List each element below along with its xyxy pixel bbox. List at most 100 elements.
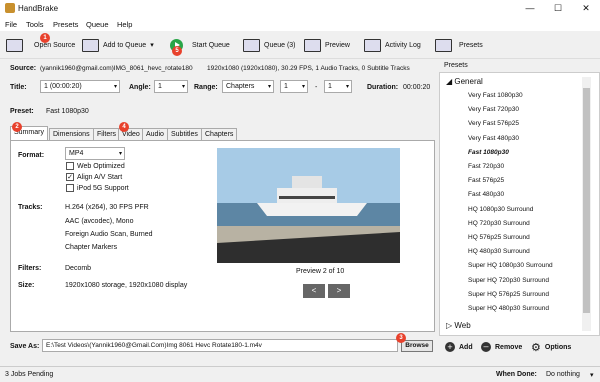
- range-select-value: Chapters: [226, 83, 255, 90]
- chevron-down-icon: ▾: [181, 84, 185, 90]
- range-end-select[interactable]: 1 ▾: [324, 80, 352, 93]
- web-optimized-checkbox[interactable]: Web Optimized: [66, 162, 125, 170]
- preset-item[interactable]: HQ 1080p30 Surround: [468, 206, 533, 213]
- preview-next-button[interactable]: >: [328, 284, 350, 298]
- presets-scrollbar-thumb[interactable]: [583, 88, 590, 313]
- format-label: Format:: [18, 152, 45, 159]
- preset-item[interactable]: Super HQ 576p25 Surround: [468, 291, 549, 298]
- chevron-down-icon: ▾: [301, 84, 305, 90]
- preset-item[interactable]: Fast 480p30: [468, 191, 504, 198]
- preset-item[interactable]: Super HQ 480p30 Surround: [468, 305, 549, 312]
- toolbar: Open Source Add to Queue ▾ Start Queue Q…: [0, 31, 600, 59]
- plus-icon: +: [445, 342, 455, 352]
- angle-select-value: 1: [158, 83, 162, 90]
- preset-item[interactable]: Fast 720p30: [468, 163, 504, 170]
- window-title: HandBrake: [18, 4, 59, 13]
- preset-item[interactable]: Super HQ 1080p30 Surround: [468, 262, 553, 269]
- gear-icon: ⚙: [531, 341, 541, 354]
- preset-item[interactable]: Fast 1080p30: [468, 149, 509, 156]
- track-subtitle: Foreign Audio Scan, Burned: [65, 231, 153, 238]
- preview-button[interactable]: Preview: [304, 37, 350, 53]
- menu-file[interactable]: File: [5, 20, 17, 29]
- menu-help[interactable]: Help: [117, 20, 132, 29]
- size-value: 1920x1080 storage, 1920x1080 display: [65, 282, 188, 289]
- title-select-value: 1 (00:00:20): [44, 83, 82, 90]
- general-label: General: [454, 77, 483, 86]
- presets-footer: + Add – Remove ⚙ Options: [439, 336, 600, 356]
- activity-log-button[interactable]: Activity Log: [364, 37, 421, 53]
- save-as-input[interactable]: E:\Test Videos\(Yannik1960@Gmail.Com)Img…: [42, 339, 398, 352]
- presets-label: Presets: [459, 41, 483, 49]
- step-badge-4: 4: [119, 122, 129, 132]
- preset-item[interactable]: Very Fast 1080p30: [468, 92, 523, 99]
- range-select[interactable]: Chapters ▾: [222, 80, 274, 93]
- presets-group-general[interactable]: ◢ General: [446, 77, 483, 86]
- source-info: 1920x1080 (1920x1080), 30.29 FPS, 1 Audi…: [207, 65, 410, 72]
- remove-preset-button[interactable]: – Remove: [481, 339, 522, 355]
- step-badge-1: 1: [40, 33, 50, 43]
- browse-button[interactable]: Browse: [401, 340, 433, 352]
- menu-tools[interactable]: Tools: [26, 20, 44, 29]
- title-bar: HandBrake — ☐ ✕: [0, 0, 600, 17]
- angle-select[interactable]: 1 ▾: [154, 80, 188, 93]
- when-done-select[interactable]: Do nothing: [546, 371, 580, 378]
- preset-item[interactable]: HQ 480p30 Surround: [468, 248, 530, 255]
- chevron-down-icon: ▾: [118, 151, 122, 157]
- title-select[interactable]: 1 (00:00:20) ▾: [40, 80, 120, 93]
- menu-bar: File Tools Presets Queue Help: [0, 17, 600, 31]
- range-end-value: 1: [328, 83, 332, 90]
- tracks-label: Tracks:: [18, 204, 43, 211]
- size-label: Size:: [18, 282, 35, 289]
- preset-label: Preset:: [10, 108, 34, 115]
- preview-icon: [304, 38, 321, 52]
- preview-prev-button[interactable]: <: [303, 284, 325, 298]
- presets-group-web[interactable]: ▷ Web: [446, 321, 471, 330]
- format-select[interactable]: MP4 ▾: [65, 147, 125, 160]
- presets-button[interactable]: Presets: [435, 37, 483, 53]
- ipod-checkbox[interactable]: iPod 5G Support: [66, 184, 129, 192]
- preview-label: Preview: [325, 41, 350, 49]
- preset-item[interactable]: Fast 576p25: [468, 177, 504, 184]
- chevron-down-icon: ▾: [345, 84, 349, 90]
- preset-item[interactable]: HQ 720p30 Surround: [468, 220, 530, 227]
- preset-item[interactable]: HQ 576p25 Surround: [468, 234, 530, 241]
- menu-presets[interactable]: Presets: [53, 20, 78, 29]
- checkbox-box: [66, 184, 74, 192]
- range-start-value: 1: [284, 83, 288, 90]
- add-preset-button[interactable]: + Add: [445, 339, 473, 355]
- presets-panel-title: Presets: [444, 62, 468, 69]
- activity-log-label: Activity Log: [385, 41, 421, 49]
- chevron-down-icon: ▾: [267, 84, 271, 90]
- add-to-queue-button[interactable]: Add to Queue ▾: [82, 37, 154, 53]
- preset-item[interactable]: Very Fast 720p30: [468, 106, 519, 113]
- preset-item[interactable]: Very Fast 480p30: [468, 135, 519, 142]
- close-button[interactable]: ✕: [572, 0, 600, 17]
- queue-button[interactable]: Queue (3): [243, 37, 296, 53]
- preset-item[interactable]: Very Fast 576p25: [468, 120, 519, 127]
- start-queue-label: Start Queue: [192, 41, 230, 49]
- presets-icon: [435, 38, 452, 52]
- maximize-button[interactable]: ☐: [544, 0, 572, 17]
- preview-image: [217, 148, 400, 263]
- align-av-label: Align A/V Start: [77, 173, 123, 181]
- range-start-select[interactable]: 1 ▾: [280, 80, 308, 93]
- align-av-checkbox[interactable]: ✓ Align A/V Start: [66, 173, 122, 181]
- chevron-down-icon: ▾: [113, 84, 117, 90]
- preview-caption: Preview 2 of 10: [296, 268, 345, 275]
- presets-list: ◢ General Very Fast 1080p30 Very Fast 720…: [439, 72, 600, 336]
- preset-item[interactable]: Super HQ 720p30 Surround: [468, 277, 549, 284]
- status-bar: 3 Jobs Pending When Done: Do nothing ▾: [0, 366, 600, 382]
- source-label: Source:: [10, 65, 37, 72]
- minimize-button[interactable]: —: [516, 0, 544, 17]
- open-source-label: Open Source: [34, 41, 76, 49]
- range-dash: -: [315, 84, 318, 91]
- menu-queue[interactable]: Queue: [86, 20, 109, 29]
- handbrake-logo-icon: [5, 3, 15, 13]
- format-select-value: MP4: [69, 150, 84, 157]
- angle-label: Angle:: [129, 84, 151, 91]
- step-badge-2: 2: [12, 122, 22, 132]
- remove-label: Remove: [495, 343, 523, 351]
- options-button[interactable]: ⚙ Options: [531, 339, 571, 355]
- web-optimized-label: Web Optimized: [77, 162, 125, 170]
- chevron-down-icon: ▾: [590, 372, 594, 379]
